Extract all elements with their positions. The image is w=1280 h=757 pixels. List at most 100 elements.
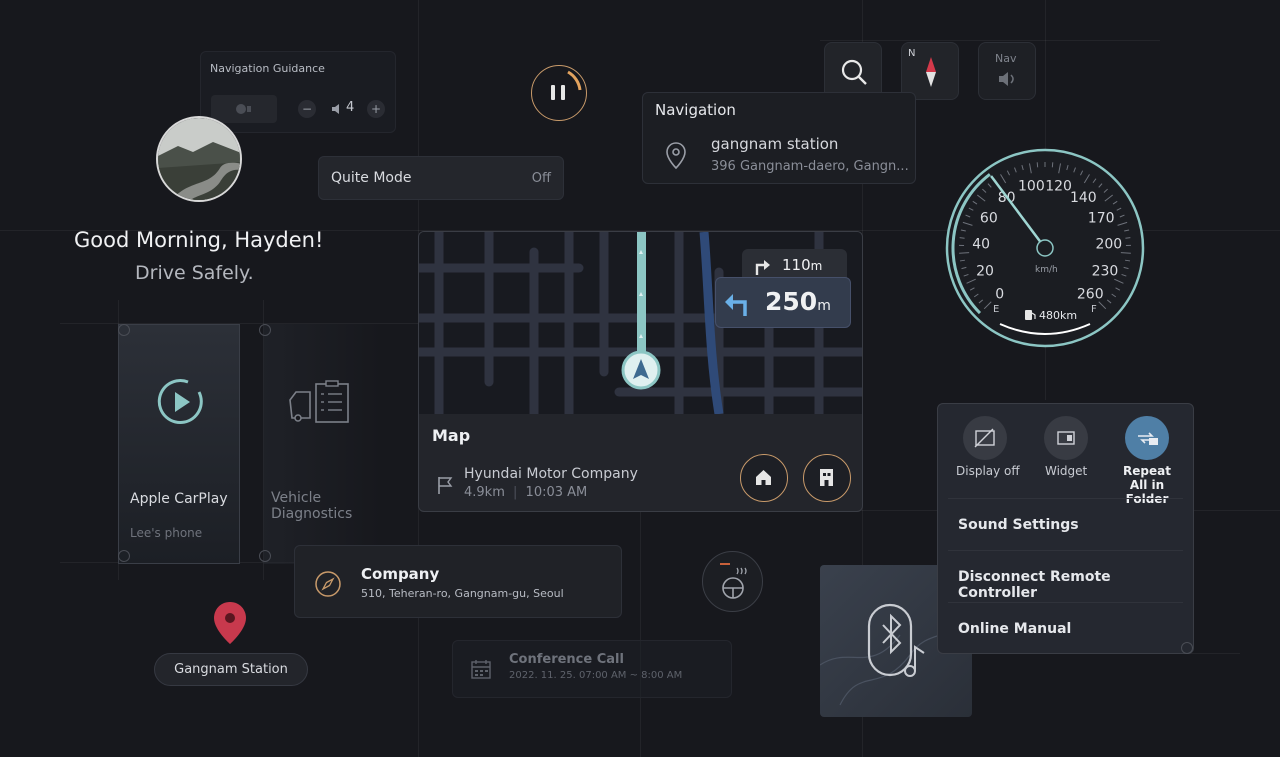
navigation-guidance-title: Navigation Guidance [210,62,325,75]
app-tile-carplay[interactable]: Apple CarPlay Lee's phone [118,324,240,564]
navigation-place: gangnam station [711,135,839,153]
fuel-range: 480km [1039,309,1078,322]
online-manual-item[interactable]: Online Manual [958,621,1071,637]
grid-line [640,500,641,757]
main-turn-distance: 250m [765,287,831,316]
repeat-all-label: Repeat All in Folder [1123,464,1171,506]
corner-handle [259,550,271,562]
menu-divider [948,602,1183,603]
speaker-icon [999,72,1014,86]
gauge-tick-label: 120 [1045,178,1072,194]
diagnostics-icon [289,380,349,423]
nav-sound-label: Nav [995,52,1017,65]
pause-button[interactable] [531,65,587,121]
greeting-subtitle: Drive Safely. [135,262,254,284]
voice-icon [236,104,251,114]
corner-handle [118,324,130,336]
compass-letter: N [908,48,916,59]
corner-handle [118,550,130,562]
speedometer: 020406080100120140170200230260 km/h E F … [945,148,1145,348]
navigation-card[interactable]: Navigation gangnam station 396 Gangnam-d… [642,92,916,184]
company-title: Company [361,565,440,583]
sound-settings-item[interactable]: Sound Settings [958,517,1079,533]
profile-photo[interactable] [156,116,242,202]
conference-card[interactable]: Conference Call 2022. 11. 25. 07:00 AM ~… [452,640,732,698]
compass-rose-icon [315,571,341,597]
map-separator: | [513,485,518,500]
gauge-tick [1125,237,1131,239]
gauge-tick-label: 200 [1095,236,1122,252]
company-address: 510, Teheran-ro, Gangnam-gu, Seoul [361,587,564,600]
calendar-icon [471,660,491,679]
quiet-mode-toggle[interactable]: Quite Mode Off [318,156,564,200]
navigation-guidance-card: Navigation Guidance − 4 + [200,51,396,133]
location-pin-icon [666,142,686,170]
home-icon [756,470,771,485]
flag-icon [438,477,453,494]
pause-icon [551,70,582,100]
map-eta: 10:03 AM [525,485,588,500]
company-card[interactable]: Company 510, Teheran-ro, Gangnam-gu, Seo… [294,545,622,618]
grid-line [820,40,1160,41]
carplay-play-icon [157,379,203,424]
disconnect-remote-item[interactable]: Disconnect Remote Controller [958,569,1193,601]
map-distance: 4.9km [464,485,505,500]
greeting-title: Good Morning, Hayden! [74,228,324,252]
display-off-icon [974,428,995,448]
volume-minus-button[interactable]: − [298,100,316,118]
next-turn-distance: 110m [782,256,823,274]
location-pill[interactable]: Gangnam Station [154,653,308,686]
home-button[interactable] [740,454,788,502]
gauge-tick-label: 170 [1088,210,1115,226]
quiet-mode-label: Quite Mode [331,170,412,186]
fuel-full-label: F [1091,304,1097,315]
repeat-folder-icon [1138,432,1158,445]
volume-value: 4 [346,100,355,115]
repeat-all-button[interactable] [1125,416,1169,460]
app-tile-diagnostics[interactable]: Vehicle Diagnostics [263,324,381,564]
grid-line [60,323,440,324]
speed-unit: km/h [1035,265,1058,275]
map-card[interactable]: 110m 250m Map Hyundai Motor Company 4.9k… [418,231,863,512]
conference-title: Conference Call [509,652,624,667]
map-destination: Hyundai Motor Company [464,466,638,482]
road-landscape-image [158,118,240,200]
map-trip-info: 4.9km | 10:03 AM [464,485,587,500]
voice-toggle[interactable] [211,95,277,123]
corner-handle [1181,642,1193,654]
gauge-tick-label: 230 [1092,263,1119,279]
navigation-address: 396 Gangnam-daero, Gangn... [711,159,909,174]
red-pin-icon [214,602,246,644]
map-title: Map [432,426,471,445]
widget-label: Widget [1045,464,1088,478]
main-turn-hint: 250m [715,277,851,328]
menu-divider [948,550,1183,551]
office-button[interactable] [803,454,851,502]
app-tile-sublabel: Lee's phone [130,526,203,540]
gauge-tick-label: 260 [1077,286,1104,302]
gauge-tick [959,252,970,254]
fuel-icon [1025,310,1036,320]
quick-settings-panel: Display off Widget Repeat All in Folder … [937,403,1194,654]
gauge-tick-label: 0 [995,286,1004,302]
gauge-tick [959,237,965,239]
gauge-tick-label: 60 [980,210,998,226]
gauge-tick-label: 100 [1018,178,1045,194]
app-tile-label: Apple CarPlay [130,491,228,507]
gauge-tick-label: 140 [1070,190,1097,206]
building-icon [820,469,833,486]
steering-heater-button[interactable] [702,551,763,612]
volume-icon [332,104,339,114]
widget-button[interactable] [1044,416,1088,460]
gauge-tick [1120,252,1131,254]
corner-handle [259,324,271,336]
nav-sound-button[interactable]: Nav [978,42,1036,100]
turn-left-icon [725,294,747,316]
navigation-title: Navigation [655,101,736,119]
gauge-hub [1036,239,1054,257]
display-off-button[interactable] [963,416,1007,460]
app-tile-label: Vehicle Diagnostics [271,490,353,522]
gauge-tick-label: 40 [972,236,990,252]
widget-icon [1057,431,1075,445]
volume-plus-button[interactable]: + [367,100,385,118]
